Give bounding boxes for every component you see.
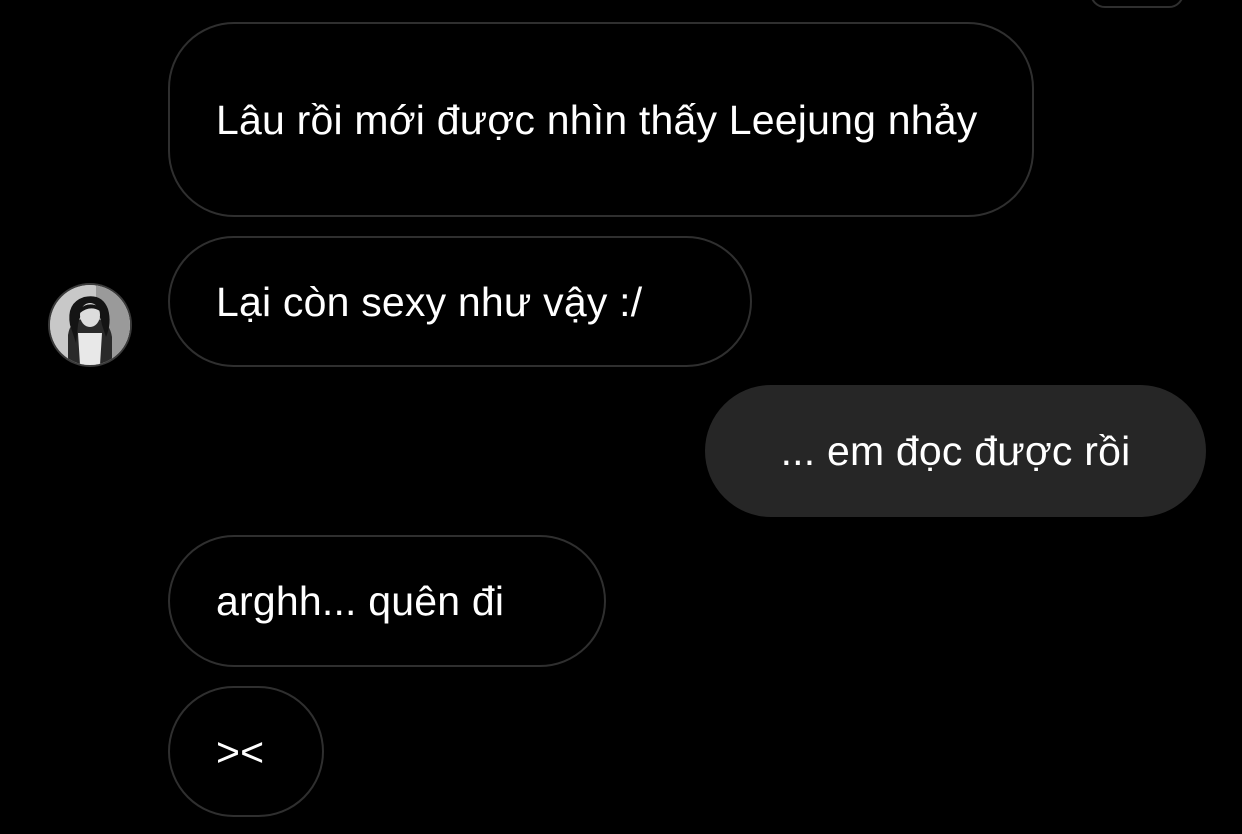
- message-text: Lâu rồi mới được nhìn thấy Leejung nhảy: [216, 96, 978, 143]
- contact-avatar[interactable]: [48, 283, 132, 367]
- message-text: Lại còn sexy như vậy :/: [216, 278, 643, 325]
- chat-thread: Lâu rồi mới được nhìn thấy Leejung nhảy …: [0, 0, 1242, 834]
- message-bubble-outgoing[interactable]: ... em đọc được rồi: [705, 385, 1206, 517]
- message-bubble-incoming[interactable]: ><: [168, 686, 324, 817]
- message-bubble-incoming[interactable]: Lâu rồi mới được nhìn thấy Leejung nhảy: [168, 22, 1034, 217]
- contact-avatar-photo-icon: [50, 285, 130, 365]
- message-bubble-incoming[interactable]: arghh... quên đi: [168, 535, 606, 667]
- previous-message-bubble-edge[interactable]: [1090, 0, 1184, 8]
- message-text: ... em đọc được rồi: [780, 428, 1131, 474]
- message-text: ><: [216, 728, 265, 775]
- message-text: arghh... quên đi: [216, 578, 505, 624]
- message-bubble-incoming[interactable]: Lại còn sexy như vậy :/: [168, 236, 752, 367]
